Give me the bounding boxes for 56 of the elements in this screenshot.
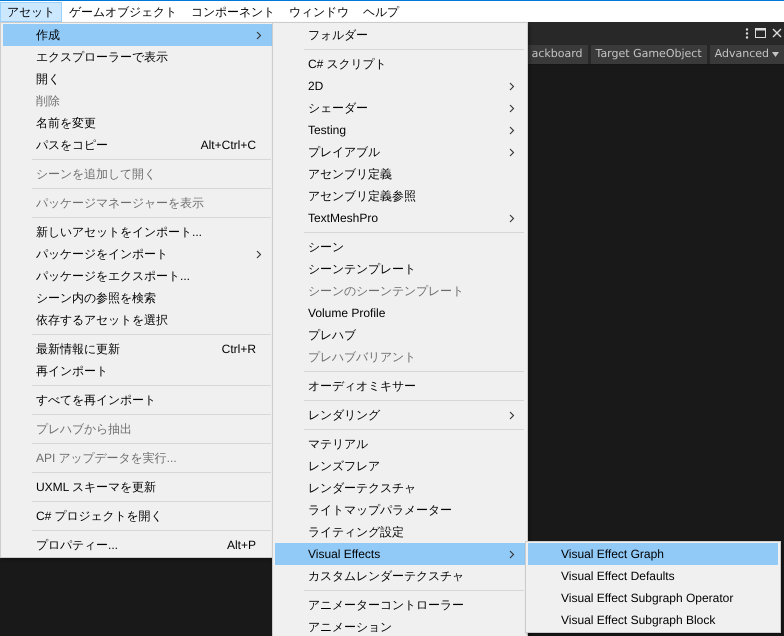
menu-bar-item[interactable]: ゲームオブジェクト [62, 2, 184, 22]
menu-item[interactable]: 再インポート [3, 360, 272, 382]
menu-item[interactable]: プレイアブル [275, 141, 525, 163]
menu-item[interactable]: 名前を変更 [3, 112, 272, 134]
menu-item[interactable]: アセンブリ定義 [275, 163, 525, 185]
menu-item[interactable]: 開く [3, 68, 272, 90]
menu-item[interactable]: パッケージをインポート [3, 243, 272, 265]
menu-item[interactable]: レンダーテクスチャ [275, 477, 525, 499]
menu-item[interactable]: パスをコピー Alt+Ctrl+C [3, 134, 272, 156]
menu-item[interactable]: ライトマップパラメーター [275, 499, 525, 521]
menu-item[interactable]: オーディオミキサー [275, 375, 525, 397]
menu-item[interactable]: マテリアル [275, 433, 525, 455]
menu-item[interactable]: 2D [275, 75, 525, 97]
menu-item[interactable]: UXML スキーマを更新 [3, 476, 272, 498]
dropdown-arrow-icon [772, 52, 779, 56]
menu-item[interactable]: シーンテンプレート [275, 258, 525, 280]
menu-item[interactable]: C# プロジェクトを開く [3, 505, 272, 527]
menu-item[interactable]: Visual Effect Graph [528, 543, 778, 565]
menu-item[interactable]: カスタムレンダーテクスチャ [275, 565, 525, 587]
menu-item[interactable]: TextMeshPro [275, 207, 525, 229]
menu-item[interactable]: アニメーターコントローラー [275, 594, 525, 616]
toolbar-button[interactable]: ackboard [526, 44, 588, 64]
menu-item[interactable]: シーン内の参照を検索 [3, 287, 272, 309]
menu-bar-item[interactable]: ヘルプ [356, 2, 406, 22]
menu-item[interactable]: 作成 [3, 24, 272, 46]
menu-item[interactable]: レンズフレア [275, 455, 525, 477]
menu-item[interactable]: アセンブリ定義参照 [275, 185, 525, 207]
menu-item[interactable]: Visual Effect Defaults [528, 565, 778, 587]
menu-item[interactable]: C# スクリプト [275, 53, 525, 75]
toolbar-button[interactable]: Target GameObject [590, 44, 707, 64]
dropdown-button[interactable]: Advanced [710, 44, 784, 64]
menu-item[interactable]: Visual Effects [275, 543, 525, 565]
menu-item[interactable]: シーン [275, 236, 525, 258]
menu-item[interactable]: ライティング設定 [275, 521, 525, 543]
menu-item[interactable]: 新しいアセットをインポート... [3, 221, 272, 243]
menu-item[interactable]: アニメーション [275, 616, 525, 636]
menu-item[interactable]: Testing [275, 119, 525, 141]
menu-item[interactable]: すべてを再インポート [3, 389, 272, 411]
menu-item[interactable]: パッケージをエクスポート... [3, 265, 272, 287]
menu-item[interactable]: プレハブ [275, 324, 525, 346]
menu-bar-item[interactable]: ウィンドウ [282, 2, 356, 22]
more-options-icon[interactable] [745, 28, 749, 38]
close-icon[interactable] [772, 28, 782, 38]
menu-item[interactable]: Visual Effect Subgraph Operator [528, 587, 778, 609]
menu-item[interactable]: シェーダー [275, 97, 525, 119]
menu-item[interactable]: 最新情報に更新 Ctrl+R [3, 338, 272, 360]
menu-bar-item[interactable]: コンポーネント [184, 2, 282, 22]
menu-item[interactable]: エクスプローラーで表示 [3, 46, 272, 68]
menu-bar-item[interactable]: アセット [0, 2, 62, 22]
menu-item[interactable]: 依存するアセットを選択 [3, 309, 272, 331]
menu-item[interactable]: プロパティー... Alt+P [3, 534, 272, 556]
menu-item[interactable]: Visual Effect Subgraph Block [528, 609, 778, 631]
maximize-icon[interactable] [755, 28, 766, 38]
menu-item[interactable]: レンダリング [275, 404, 525, 426]
menu-item[interactable]: Volume Profile [275, 302, 525, 324]
menu-item[interactable]: フォルダー [275, 24, 525, 46]
